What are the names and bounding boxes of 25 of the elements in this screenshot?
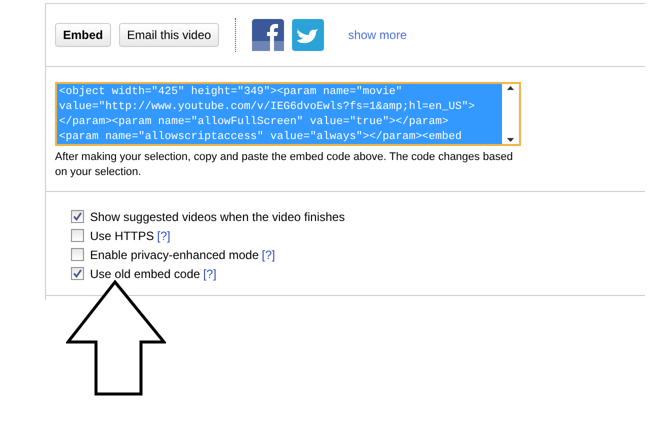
share-tab[interactable]: Email this video — [119, 23, 220, 47]
code-line: value="http://www.youtube.com/v/IEG6dvoEwls?fs=1&amp;hl=en_US"> — [59, 100, 476, 115]
help-link[interactable]: [?] — [262, 246, 276, 264]
facebook-icon[interactable] — [252, 19, 284, 51]
option-label: Use HTTPS — [90, 228, 154, 244]
code-line: <param name="allowscriptaccess" value="always"></param><embed — [59, 130, 463, 144]
embed-code-field[interactable] — [55, 82, 521, 146]
code-line: <object width="425" height="349"><param name="movie" — [59, 85, 404, 100]
checkbox[interactable] — [71, 229, 84, 242]
share-tab[interactable]: Embed — [55, 23, 112, 47]
scroll-up-icon[interactable] — [507, 86, 514, 90]
show-more-link[interactable]: show more — [348, 26, 407, 44]
checkbox[interactable] — [71, 248, 84, 261]
option-label: Enable privacy-enhanced mode — [90, 246, 259, 264]
help-link[interactable]: [?] — [203, 264, 216, 282]
code-line: </param><param name="allowFullScreen" value="true"></param> — [59, 115, 450, 130]
twitter-icon[interactable] — [292, 19, 324, 51]
divider — [235, 18, 236, 52]
help-link[interactable]: [?] — [157, 226, 170, 244]
checkbox[interactable] — [71, 267, 84, 280]
option-label: Show suggested videos when the video finishes — [90, 208, 345, 226]
help-text: After making your selection, copy and paste the embed code above. The code changes based on your selection. — [55, 150, 514, 180]
scroll-down-icon[interactable] — [507, 138, 514, 142]
checkbox[interactable] — [71, 210, 84, 223]
option-label: Use old embed code — [90, 266, 200, 282]
